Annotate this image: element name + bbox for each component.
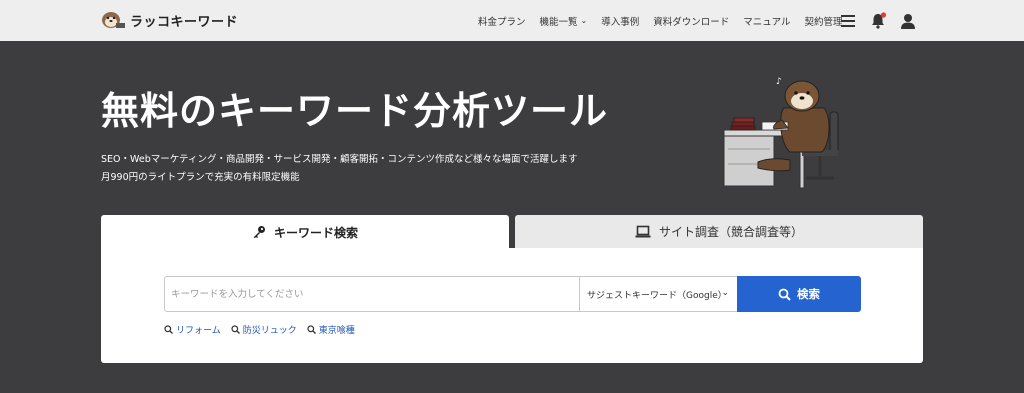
tab-site-research[interactable]: サイト調査（競合調査等） xyxy=(515,215,923,248)
nav-download[interactable]: 資料ダウンロード xyxy=(653,14,729,28)
tab-keyword-search[interactable]: キーワード検索 xyxy=(101,215,509,249)
nav-features[interactable]: 機能一覧 ⌄ xyxy=(540,14,588,28)
nav-contract[interactable]: 契約管理 xyxy=(804,14,842,28)
page-title: 無料のキーワード分析ツール xyxy=(101,89,609,133)
suggested-keyword-label: 東京喰種 xyxy=(318,326,355,336)
search-icon xyxy=(778,288,791,301)
nav-pricing[interactable]: 料金プラン xyxy=(478,14,526,28)
nav-download-label: 資料ダウンロード xyxy=(653,16,730,28)
hamburger-menu-icon[interactable] xyxy=(839,12,857,30)
otter-mascot-illustration: ♪ xyxy=(718,74,848,194)
hero-plan-note: 月990円のライトプランで充実の有料限定機能 xyxy=(101,172,300,183)
logo[interactable]: ラッコキーワード xyxy=(100,9,238,31)
hero-subtitle: SEO・Webマーケティング・商品開発・サービス開発・顧客開拓・コンテンツ作成な… xyxy=(101,154,578,165)
notification-dot xyxy=(880,12,887,18)
nav-features-label: 機能一覧 xyxy=(539,16,578,28)
search-bar: サジェストキーワード（Google） ⌄ xyxy=(164,276,738,312)
tab-keyword-label: キーワード検索 xyxy=(273,225,358,240)
key-icon xyxy=(252,225,266,239)
otter-logo-icon xyxy=(100,10,126,30)
logo-text: ラッコキーワード xyxy=(130,14,239,30)
nav-manual[interactable]: マニュアル xyxy=(743,14,790,28)
suggested-keywords: リフォーム 防災リュック 東京喰種 xyxy=(164,323,365,336)
tab-site-label: サイト調査（競合調査等） xyxy=(658,225,803,239)
search-type-select[interactable]: サジェストキーワード（Google） ⌄ xyxy=(579,277,737,311)
search-input[interactable] xyxy=(165,277,579,311)
suggested-keyword-link[interactable]: 東京喰種 xyxy=(307,323,355,336)
bell-icon[interactable] xyxy=(869,12,887,30)
suggested-keyword-label: リフォーム xyxy=(176,326,221,336)
search-icon xyxy=(231,325,240,334)
nav-case-studies-label: 導入事例 xyxy=(601,16,640,28)
search-icon xyxy=(164,325,173,334)
search-panel: サジェストキーワード（Google） ⌄ 検索 リフォーム 防災リュック 東京喰… xyxy=(101,248,923,363)
chevron-down-icon: ⌄ xyxy=(580,16,588,25)
search-button[interactable]: 検索 xyxy=(737,276,861,312)
search-button-label: 検索 xyxy=(797,287,820,301)
search-type-value: サジェストキーワード（Google） xyxy=(587,290,727,301)
nav-manual-label: マニュアル xyxy=(743,16,791,28)
site-header: ラッコキーワード 料金プラン 機能一覧 ⌄ 導入事例 資料ダウンロード マニュアル… xyxy=(0,0,1024,41)
laptop-icon xyxy=(635,225,651,239)
main-nav: 料金プラン 機能一覧 ⌄ 導入事例 資料ダウンロード マニュアル 契約管理 xyxy=(478,0,857,41)
suggested-keyword-label: 防災リュック xyxy=(242,326,297,336)
user-icon[interactable] xyxy=(899,12,917,30)
suggested-keyword-link[interactable]: 防災リュック xyxy=(231,323,297,336)
search-icon xyxy=(307,325,316,334)
nav-case-studies[interactable]: 導入事例 xyxy=(601,14,639,28)
nav-pricing-label: 料金プラン xyxy=(478,16,526,28)
chevron-down-icon: ⌄ xyxy=(721,288,729,298)
suggested-keyword-link[interactable]: リフォーム xyxy=(164,323,221,336)
svg-text:♪: ♪ xyxy=(776,77,782,87)
nav-contract-label: 契約管理 xyxy=(804,16,843,28)
